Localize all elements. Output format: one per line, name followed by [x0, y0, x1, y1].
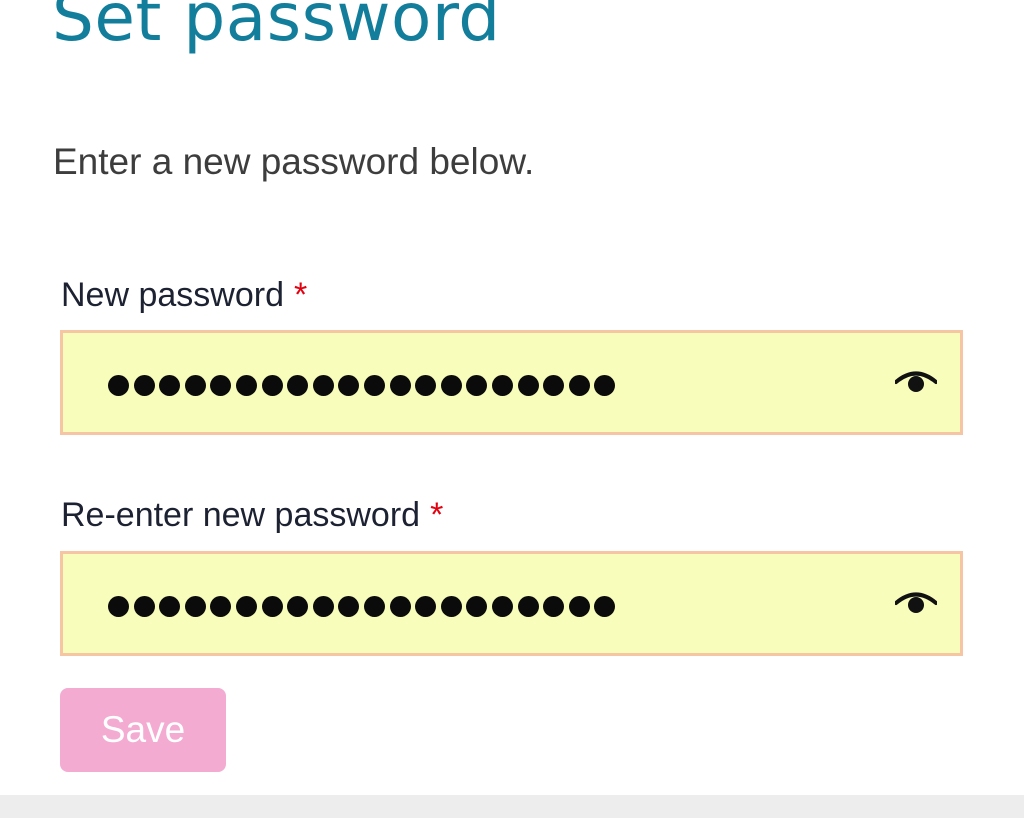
mask-dot [184, 595, 206, 617]
mask-dot [440, 595, 462, 617]
mask-dot [466, 595, 488, 617]
save-button[interactable]: Save [60, 688, 226, 772]
mask-dot [543, 374, 565, 396]
mask-dot [338, 595, 360, 617]
mask-dot [491, 374, 513, 396]
mask-dot [235, 374, 257, 396]
mask-dot [517, 595, 539, 617]
password-mask [108, 584, 620, 628]
eye-icon[interactable] [895, 590, 937, 616]
mask-dot [133, 595, 155, 617]
mask-dot [108, 374, 129, 396]
mask-dot [466, 374, 488, 396]
mask-dot [159, 374, 181, 396]
mask-dot [184, 374, 206, 396]
mask-dot [261, 374, 283, 396]
new-password-label: New password * [61, 275, 307, 315]
eye-icon[interactable] [895, 369, 937, 395]
confirm-password-field[interactable] [60, 551, 963, 656]
mask-dot [338, 374, 360, 396]
mask-dot [363, 374, 385, 396]
mask-dot [210, 595, 232, 617]
mask-dot [517, 374, 539, 396]
mask-dot [312, 595, 334, 617]
mask-dot [415, 374, 437, 396]
mask-dot [210, 374, 232, 396]
new-password-field[interactable] [60, 330, 963, 435]
mask-dot [389, 374, 411, 396]
mask-dot [108, 595, 129, 617]
mask-dot [389, 595, 411, 617]
mask-dot [287, 595, 309, 617]
mask-dot [568, 595, 590, 617]
page-title: Set password [52, 0, 501, 56]
password-mask [108, 363, 620, 407]
mask-dot [312, 374, 334, 396]
mask-dot [133, 374, 155, 396]
mask-dot [287, 374, 309, 396]
mask-dot [363, 595, 385, 617]
mask-dot [543, 595, 565, 617]
instructions-text: Enter a new password below. [53, 141, 535, 182]
mask-dot [415, 595, 437, 617]
mask-dot [491, 595, 513, 617]
required-marker: * [430, 496, 444, 534]
mask-dot [261, 595, 283, 617]
mask-dot [594, 595, 616, 617]
mask-dot [568, 374, 590, 396]
confirm-password-label: Re-enter new password * [61, 495, 443, 535]
mask-dot [235, 595, 257, 617]
required-marker: * [293, 276, 308, 314]
footer-bar [0, 795, 1024, 818]
mask-dot [159, 595, 181, 617]
confirm-password-label-text: Re-enter new password [61, 496, 421, 534]
mask-dot [440, 374, 462, 396]
new-password-label-text: New password [61, 276, 284, 314]
mask-dot [594, 374, 616, 396]
